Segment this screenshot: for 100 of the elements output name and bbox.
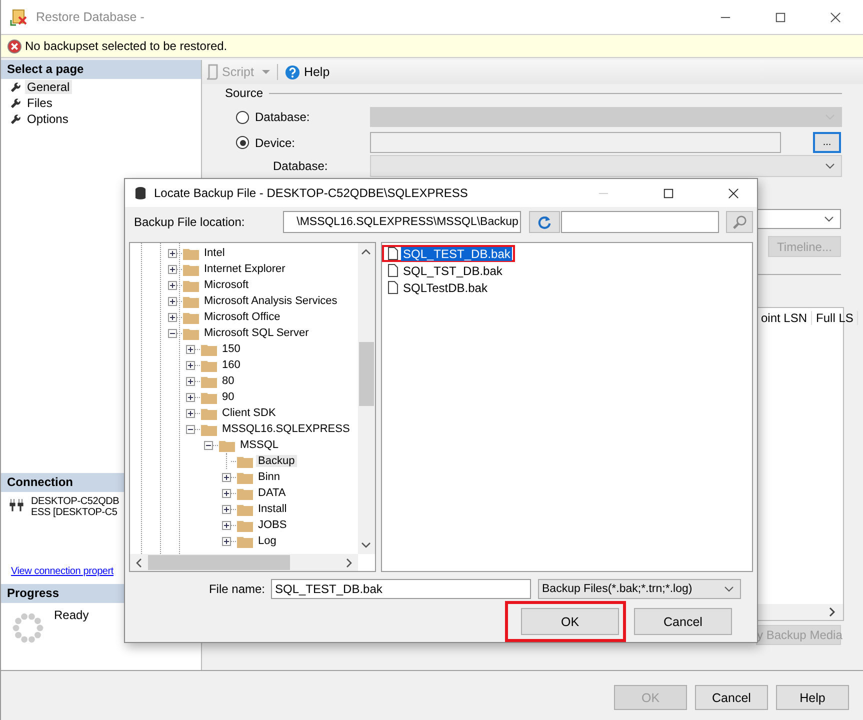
file-icon (388, 264, 398, 277)
device-field[interactable] (370, 132, 781, 153)
expand-icon[interactable] (186, 408, 195, 418)
search-field[interactable] (561, 211, 720, 233)
tree-item[interactable]: 80 (220, 375, 236, 387)
folder-icon (237, 502, 253, 516)
folder-icon (237, 534, 253, 548)
dialog-button[interactable]: Cancel (634, 608, 732, 635)
error-icon (7, 38, 22, 54)
expand-icon[interactable] (168, 280, 177, 290)
radio-label: Database: (255, 110, 311, 124)
scroll-right-icon[interactable] (346, 558, 352, 568)
radio-button[interactable] (236, 110, 249, 124)
column-header[interactable]: Full LS (812, 311, 858, 325)
close-icon[interactable] (728, 188, 739, 198)
help-button[interactable]: Help (304, 65, 330, 79)
group-heading: Source (225, 86, 264, 100)
scrollbar-thumb[interactable] (148, 555, 290, 570)
expand-icon[interactable] (222, 536, 231, 546)
folder-icon (183, 246, 199, 260)
tree-item[interactable]: Install (256, 503, 289, 515)
script-icon (206, 64, 218, 80)
scroll-up-icon[interactable] (361, 249, 371, 255)
tree-item[interactable]: Microsoft Office (202, 311, 282, 323)
page-item[interactable]: General (25, 80, 72, 94)
file-icon (388, 247, 398, 260)
expand-icon[interactable] (222, 504, 231, 514)
window-title: Restore Database - (36, 10, 144, 24)
close-icon[interactable] (830, 12, 841, 22)
expand-icon[interactable] (222, 520, 231, 530)
scroll-right-icon[interactable] (829, 607, 835, 617)
server-name: ESS [DESKTOP-C5 (31, 507, 118, 518)
tree-item[interactable]: Microsoft (202, 279, 251, 291)
tree-item[interactable]: DATA (256, 487, 288, 499)
search-button[interactable] (726, 211, 754, 233)
radio-button[interactable] (236, 136, 249, 149)
tree-item[interactable]: 160 (220, 359, 242, 371)
maximize-icon[interactable] (663, 188, 674, 198)
expand-icon[interactable] (168, 264, 177, 274)
tree-item[interactable]: Microsoft SQL Server (202, 327, 311, 339)
expand-icon[interactable] (186, 360, 195, 370)
wrench-icon (10, 114, 21, 124)
expand-icon[interactable] (168, 296, 177, 306)
tree-item[interactable]: Intel (202, 247, 227, 259)
expand-icon[interactable] (222, 488, 231, 498)
dialog-button[interactable]: Cancel (695, 685, 768, 710)
collapse-icon[interactable] (204, 440, 213, 450)
maximize-icon[interactable] (775, 12, 786, 22)
expand-icon[interactable] (186, 344, 195, 354)
horizontal-scrollbar[interactable] (130, 554, 358, 571)
collapse-icon[interactable] (168, 328, 177, 338)
folder-icon (201, 406, 217, 420)
page-item[interactable]: Options (25, 112, 70, 126)
field-label: File name: (208, 582, 266, 596)
tree-item[interactable]: MSSQL16.SQLEXPRESS (220, 423, 352, 435)
file-item[interactable]: SQL_TST_DB.bak (401, 264, 504, 278)
location-field[interactable]: \MSSQL16.SQLEXPRESS\MSSQL\Backup (283, 211, 522, 233)
wrench-icon (10, 82, 21, 92)
tree-item[interactable]: 90 (220, 391, 236, 403)
scroll-down-icon[interactable] (361, 542, 371, 548)
file-icon (388, 281, 398, 294)
browse-button[interactable]: ... (813, 132, 841, 153)
folder-icon (237, 470, 253, 484)
refresh-button[interactable] (529, 211, 560, 233)
tree-item[interactable]: Log (256, 535, 278, 547)
scroll-left-icon[interactable] (136, 558, 142, 568)
tree-item[interactable]: 150 (220, 343, 242, 355)
search-icon (732, 214, 748, 230)
file-type-dropdown[interactable]: Backup Files(*.bak;*.trn;*.log) (538, 579, 741, 599)
file-item[interactable]: SQL_TEST_DB.bak (401, 246, 512, 260)
tree-item[interactable]: MSSQL (238, 439, 281, 451)
expand-icon[interactable] (222, 472, 231, 482)
chevron-down-icon (825, 163, 835, 169)
file-name-field[interactable]: SQL_TEST_DB.bak (271, 579, 531, 599)
expand-icon[interactable] (168, 248, 177, 258)
scrollbar-thumb[interactable] (359, 342, 374, 406)
tree-item[interactable]: Client SDK (220, 407, 278, 419)
field-label: Backup File location: (133, 215, 246, 229)
file-item[interactable]: SQLTestDB.bak (401, 280, 490, 294)
vertical-scrollbar[interactable] (358, 243, 375, 554)
folder-icon (237, 486, 253, 500)
connection-link[interactable]: View connection propert (11, 566, 114, 577)
collapse-icon[interactable] (186, 424, 195, 434)
tree-item[interactable]: JOBS (256, 519, 289, 531)
expand-icon[interactable] (186, 376, 195, 386)
folder-icon (183, 326, 199, 340)
expand-icon[interactable] (186, 392, 195, 402)
tree-item[interactable]: Binn (256, 471, 282, 483)
expand-icon[interactable] (168, 312, 177, 322)
tree-item[interactable]: Backup (256, 455, 297, 467)
field-label: Database: (273, 159, 329, 173)
refresh-icon (537, 214, 552, 230)
page-item[interactable]: Files (25, 96, 54, 110)
tree-item[interactable]: Internet Explorer (202, 263, 288, 275)
dialog-button[interactable]: OK (521, 608, 619, 635)
tree-item[interactable]: Microsoft Analysis Services (202, 295, 340, 307)
dialog-button[interactable]: Help (776, 685, 849, 710)
folder-icon (237, 518, 253, 532)
dropdown[interactable] (756, 209, 841, 229)
radio-label: Device: (255, 136, 296, 150)
